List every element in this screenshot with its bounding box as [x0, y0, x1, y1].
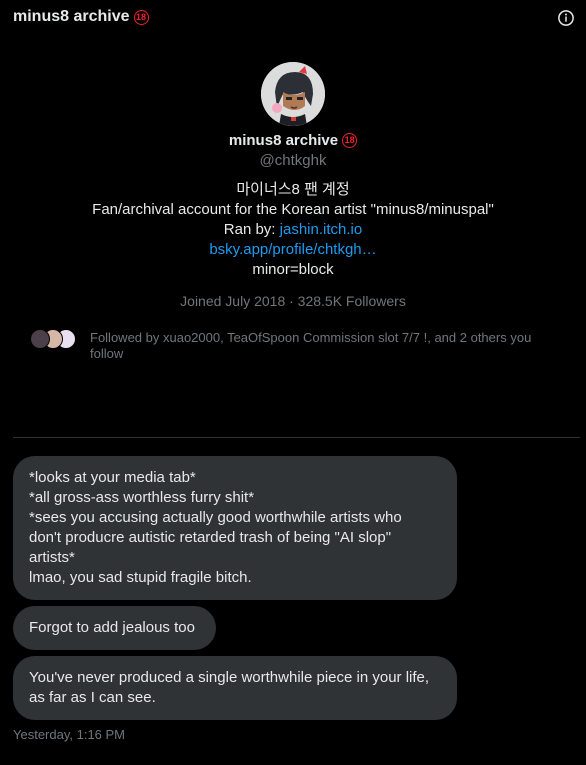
age-18-badge-icon: 18 — [342, 132, 358, 148]
message-timestamp: Yesterday, 1:16 PM — [13, 727, 126, 742]
bio-line: bsky.app/profile/chtkgh… — [0, 240, 586, 260]
bio-line: Fan/archival account for the Korean arti… — [92, 201, 494, 218]
message-bubble[interactable]: *looks at your media tab* *all gross-ass… — [13, 456, 457, 600]
bio-ran-by-label: Ran by: — [223, 221, 280, 238]
profile-bio: 마이너스8 팬 계정 Fan/archival account for the … — [0, 180, 586, 280]
bio-line: Ran by: jashin.itch.io — [0, 220, 586, 240]
profile-display-name: minus8 archive 18 — [0, 130, 586, 150]
age-18-badge-icon: 18 — [133, 9, 149, 25]
header-title: minus8 archive 18 — [13, 8, 149, 26]
bsky-link[interactable]: bsky.app/profile/chtkgh… — [209, 241, 376, 258]
display-name-text: minus8 archive — [228, 131, 339, 149]
bio-line: minor=block — [252, 261, 334, 278]
message-line: You've never produced a single worthwhil… — [29, 669, 430, 686]
info-icon — [558, 10, 574, 26]
message-line: *looks at your media tab* — [29, 469, 196, 486]
info-button[interactable] — [556, 8, 576, 28]
profile-card: minus8 archive 18 @chtkghk 마이너스8 팬 계정 Fa… — [0, 62, 586, 313]
message-bubble[interactable]: You've never produced a single worthwhil… — [13, 656, 457, 720]
followed-by-row[interactable]: Followed by xuao2000, TeaOfSpoon Commiss… — [30, 329, 560, 362]
message-line: don't producre autistic retarded trash o… — [29, 529, 392, 546]
avatar-illustration — [261, 62, 325, 126]
profile-meta: Joined July 2018 · 328.5K Followers — [180, 293, 406, 309]
followed-by-text: Followed by xuao2000, TeaOfSpoon Commiss… — [90, 330, 532, 361]
profile-handle: @chtkghk — [259, 152, 327, 169]
message-line: Forgot to add jealous too — [29, 619, 195, 636]
follower-facepile — [30, 329, 78, 351]
message-line: lmao, you sad stupid fragile bitch. — [29, 569, 252, 586]
message-line: *all gross-ass worthless furry shit* — [29, 489, 255, 506]
follower-avatar — [30, 329, 50, 349]
message-bubble[interactable]: Forgot to add jealous too — [13, 606, 216, 650]
divider — [13, 437, 580, 438]
message-line: as far as I can see. — [29, 689, 156, 706]
itch-link[interactable]: jashin.itch.io — [280, 221, 363, 238]
top-bar: minus8 archive 18 — [0, 0, 586, 38]
message-line: *sees you accusing actually good worthwh… — [29, 509, 402, 526]
header-title-text: minus8 archive — [13, 8, 130, 25]
message-line: artists* — [29, 549, 75, 566]
bio-line: 마이너스8 팬 계정 — [236, 181, 350, 198]
avatar[interactable] — [261, 62, 325, 126]
